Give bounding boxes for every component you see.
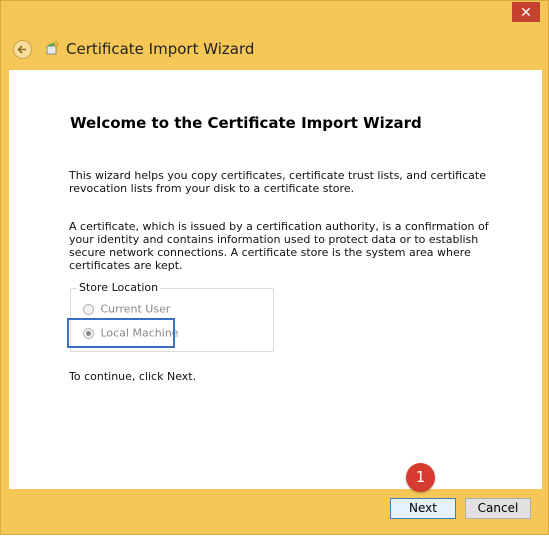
wizard-content: Welcome to the Certificate Import Wizard… — [9, 70, 542, 489]
description-text: A certificate, which is issued by a cert… — [69, 220, 489, 272]
step-number-badge: 1 — [406, 463, 435, 492]
intro-text: This wizard helps you copy certificates,… — [69, 169, 486, 195]
radio-current-user[interactable]: Current User — [83, 302, 170, 316]
local-machine-highlight — [67, 318, 175, 348]
page-title: Welcome to the Certificate Import Wizard — [70, 114, 422, 132]
store-location-legend: Store Location — [77, 281, 161, 294]
wizard-window: ✕ Certificate Import Wizard Welcome to t… — [0, 0, 549, 535]
radio-button-icon — [83, 303, 94, 315]
cancel-button[interactable]: Cancel — [465, 498, 531, 519]
wizard-header: Certificate Import Wizard — [1, 29, 549, 69]
certificate-wizard-icon — [46, 41, 59, 55]
window-title: Certificate Import Wizard — [66, 40, 255, 58]
next-button[interactable]: Next — [390, 498, 456, 519]
continue-text: To continue, click Next. — [69, 370, 197, 383]
radio-label-current-user: Current User — [100, 302, 171, 316]
back-button[interactable] — [13, 40, 32, 59]
back-arrow-icon — [17, 45, 26, 54]
close-button[interactable]: ✕ — [512, 2, 540, 22]
close-icon: ✕ — [520, 4, 532, 20]
